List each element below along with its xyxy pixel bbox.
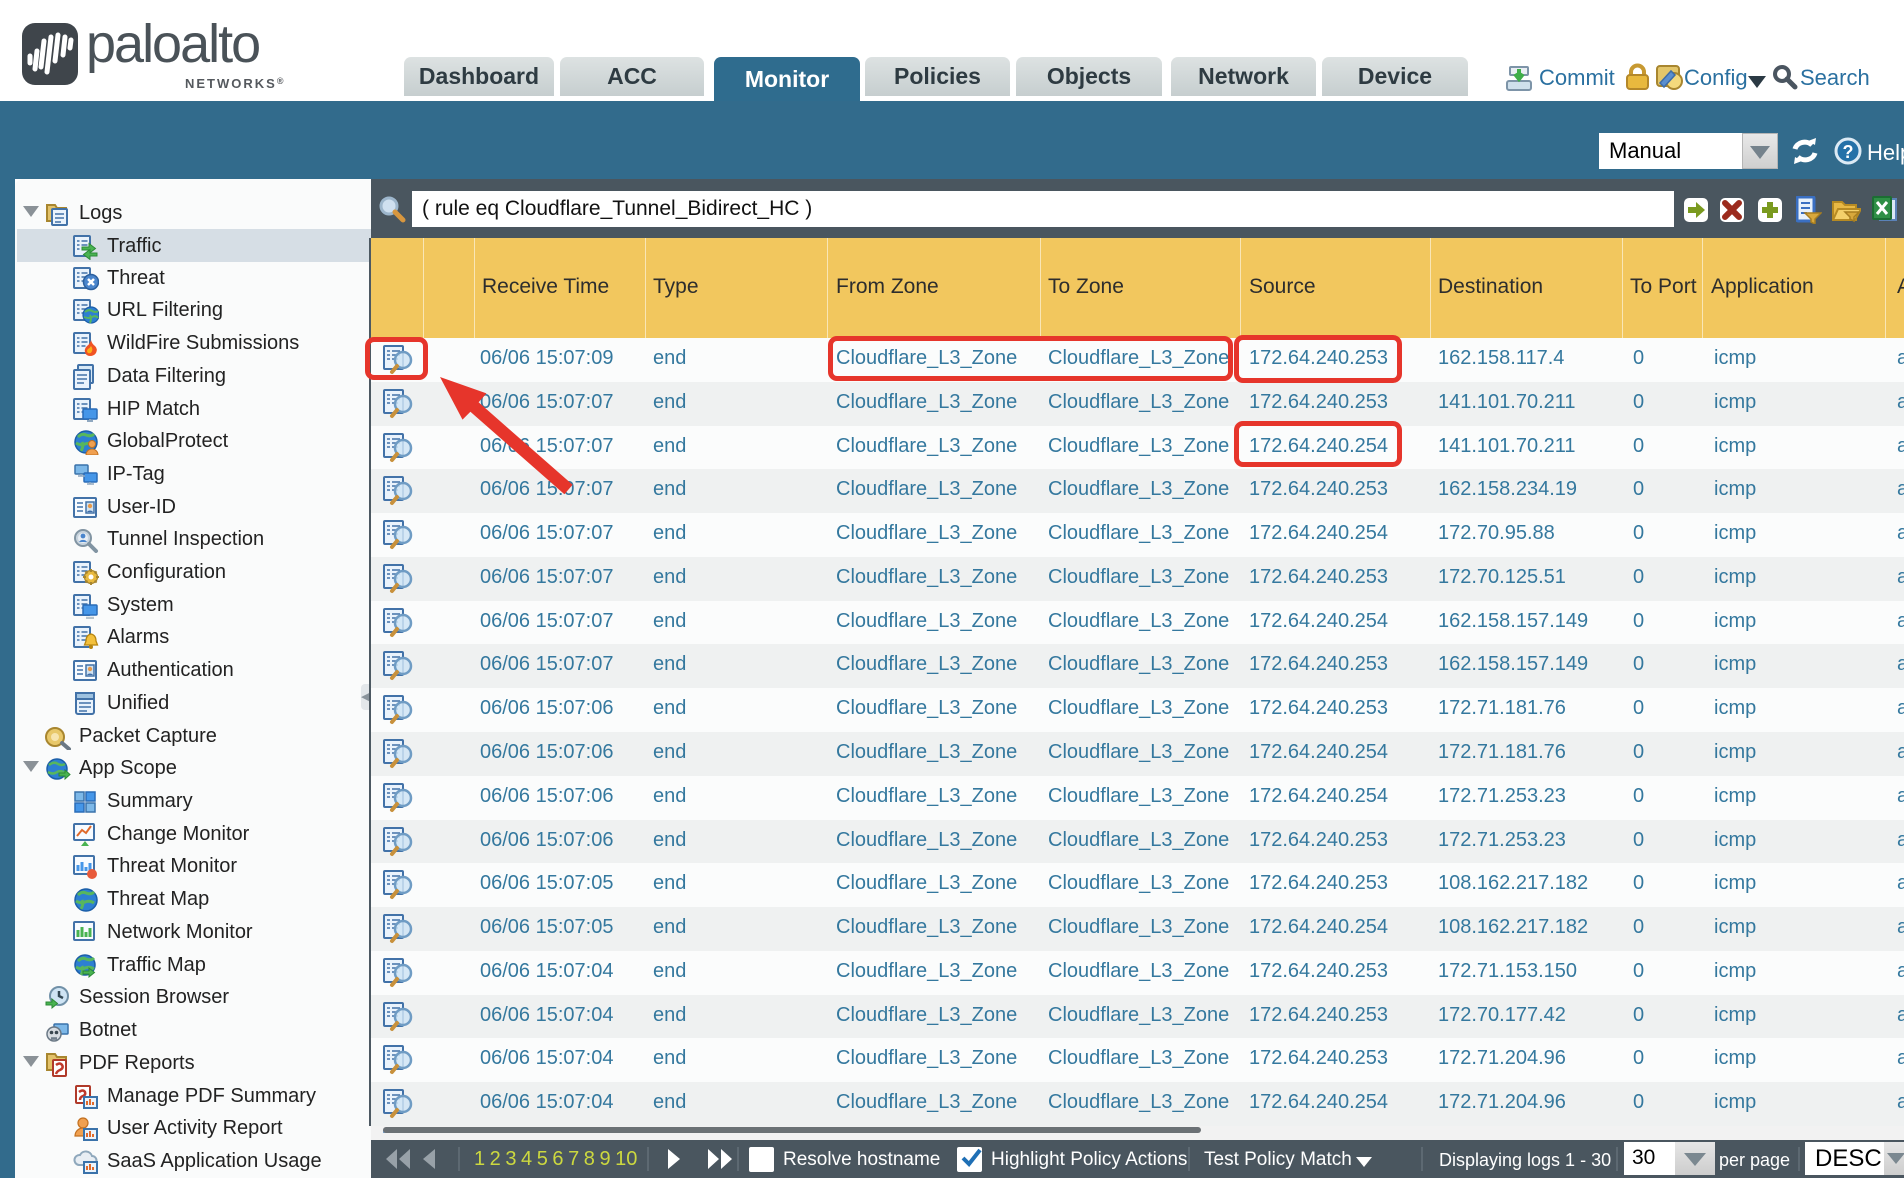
svg-text:?: ? — [1843, 142, 1854, 162]
